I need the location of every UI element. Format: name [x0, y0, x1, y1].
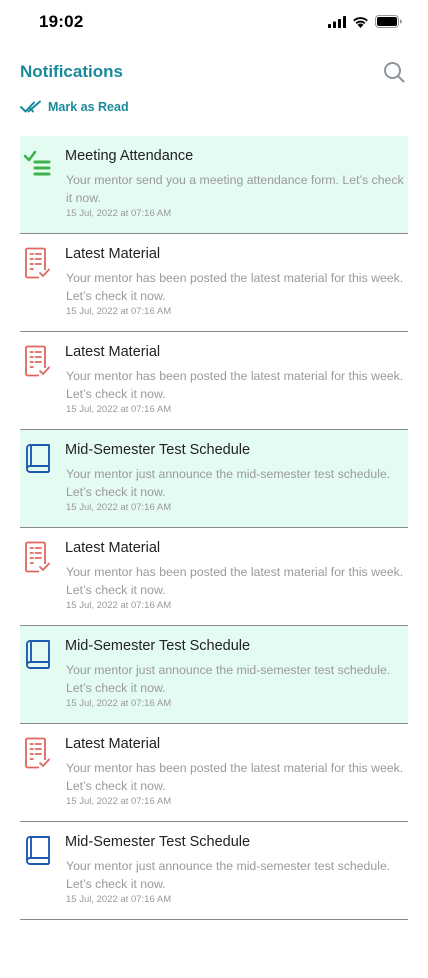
document-check-icon: [23, 736, 53, 770]
notification-title: Latest Material: [65, 344, 161, 360]
status-bar: 19:02: [0, 0, 428, 46]
status-time: 19:02: [39, 12, 84, 31]
page-title: Notifications: [20, 62, 123, 81]
notification-body: Your mentor has been posted the latest m…: [66, 271, 404, 303]
signal-icon: [328, 15, 346, 28]
mark-as-read-label: Mark as Read: [48, 100, 129, 114]
notification-timestamp: 15 Jul, 2022 at 07:16 AM: [66, 894, 172, 905]
notification-timestamp: 15 Jul, 2022 at 07:16 AM: [66, 796, 172, 807]
notification-list: Meeting Attendance Your mentor send you a…: [20, 136, 408, 920]
notification-title: Mid-Semester Test Schedule: [65, 442, 251, 458]
notification-item[interactable]: Latest Material Your mentor has been post…: [20, 234, 408, 332]
notification-body: Your mentor just announce the mid-semest…: [66, 663, 391, 695]
notification-title: Latest Material: [65, 736, 161, 752]
notification-item[interactable]: Latest Material Your mentor has been post…: [20, 528, 408, 626]
wifi-icon: [353, 16, 368, 28]
book-icon: [23, 834, 53, 868]
notification-body: Your mentor just announce the mid-semest…: [66, 859, 391, 891]
notification-item[interactable]: Meeting Attendance Your mentor send you a…: [20, 136, 408, 234]
notification-timestamp: 15 Jul, 2022 at 07:16 AM: [66, 208, 172, 219]
double-check-icon: [20, 100, 41, 113]
status-icons: [328, 15, 402, 28]
search-button[interactable]: [382, 60, 406, 84]
notification-body: Your mentor has been posted the latest m…: [66, 761, 404, 793]
document-check-icon: [23, 344, 53, 378]
book-icon: [23, 442, 53, 476]
notification-timestamp: 15 Jul, 2022 at 07:16 AM: [66, 404, 172, 415]
notification-title: Latest Material: [65, 246, 161, 262]
notification-item[interactable]: Latest Material Your mentor has been post…: [20, 332, 408, 430]
notification-item[interactable]: Mid-Semester Test Schedule Your mentor ju…: [20, 626, 408, 724]
notification-body: Your mentor send you a meeting attendanc…: [66, 173, 404, 205]
notification-timestamp: 15 Jul, 2022 at 07:16 AM: [66, 502, 172, 513]
book-icon: [23, 638, 53, 672]
notification-timestamp: 15 Jul, 2022 at 07:16 AM: [66, 306, 172, 317]
battery-icon: [375, 15, 402, 28]
document-check-icon: [23, 540, 53, 574]
notification-item[interactable]: Mid-Semester Test Schedule Your mentor ju…: [20, 822, 408, 920]
notification-title: Mid-Semester Test Schedule: [65, 638, 251, 654]
checklist-icon: [23, 148, 53, 182]
notification-body: Your mentor has been posted the latest m…: [66, 369, 404, 401]
notification-body: Your mentor has been posted the latest m…: [66, 565, 404, 597]
notification-title: Mid-Semester Test Schedule: [65, 834, 251, 850]
notification-title: Latest Material: [65, 540, 161, 556]
document-check-icon: [23, 246, 53, 280]
header: Notifications: [20, 58, 408, 88]
notification-body: Your mentor just announce the mid-semest…: [66, 467, 391, 499]
mark-as-read-button[interactable]: Mark as Read: [20, 100, 129, 114]
notification-title: Meeting Attendance: [65, 148, 194, 164]
notification-item[interactable]: Mid-Semester Test Schedule Your mentor ju…: [20, 430, 408, 528]
notification-item[interactable]: Latest Material Your mentor has been post…: [20, 724, 408, 822]
search-icon: [384, 62, 405, 83]
notification-timestamp: 15 Jul, 2022 at 07:16 AM: [66, 600, 172, 611]
notification-timestamp: 15 Jul, 2022 at 07:16 AM: [66, 698, 172, 709]
